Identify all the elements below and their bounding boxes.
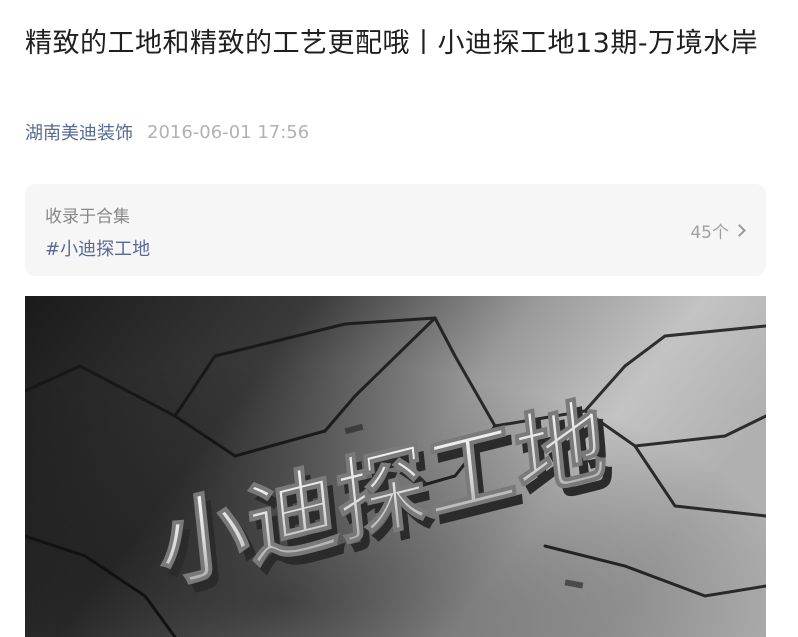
article-title: 精致的工地和精致的工艺更配哦丨小迪探工地13期-万境水岸 xyxy=(25,28,759,59)
publish-date: 2016-06-01 17:56 xyxy=(147,121,310,143)
collection-count-link[interactable]: 45个 xyxy=(690,218,746,243)
collection-label: 收录于合集 xyxy=(45,207,130,227)
cover-illustration: 小迪探工地 小迪探工地 xyxy=(25,296,766,637)
cover-image: 小迪探工地 小迪探工地 xyxy=(25,296,766,637)
article-meta: 湖南美迪装饰 2016-06-01 17:56 xyxy=(25,118,309,146)
author-link[interactable]: 湖南美迪装饰 xyxy=(25,119,133,145)
collection-tag-link[interactable]: #小迪探工地 xyxy=(45,235,150,261)
collection-count: 45个 xyxy=(690,222,729,243)
collection-card[interactable]: 收录于合集 #小迪探工地 45个 xyxy=(25,184,766,276)
chevron-right-icon xyxy=(733,223,746,237)
